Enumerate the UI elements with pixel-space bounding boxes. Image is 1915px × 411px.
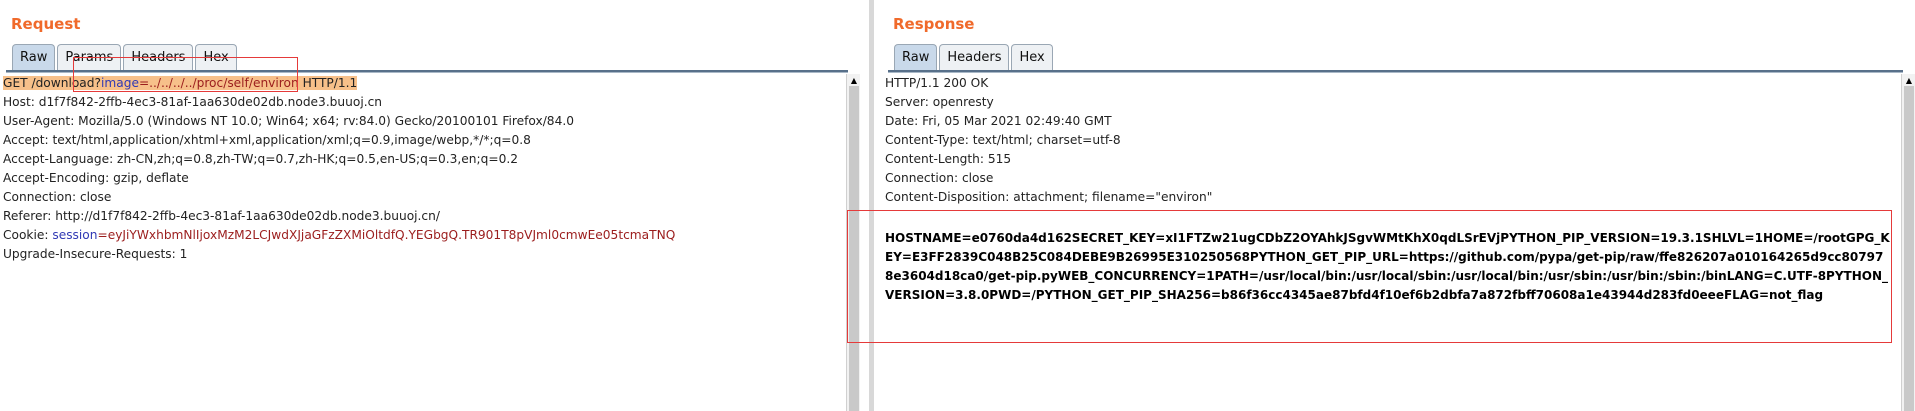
tab-response-headers[interactable]: Headers (939, 44, 1010, 70)
request-scrollbar[interactable]: ▲ (846, 74, 860, 411)
header-line: Connection: close (885, 171, 994, 185)
tab-request-raw[interactable]: Raw (12, 44, 56, 70)
response-scrollbar[interactable]: ▲ (1901, 74, 1915, 411)
scrollbar-thumb[interactable] (1904, 86, 1914, 411)
cookie-value: =eyJiYWxhbmNlIjoxMzM2LCJwdXJjaGFzZXMiOlt… (97, 228, 676, 242)
request-editor[interactable]: GET /download?image=../../../../proc/sel… (0, 74, 846, 411)
scroll-up-icon[interactable]: ▲ (1903, 75, 1915, 86)
request-tabs: Raw Params Headers Hex (12, 44, 237, 70)
burp-message-viewer: Request Raw Params Headers Hex GET /down… (0, 0, 1915, 411)
scrollbar-thumb[interactable] (849, 86, 859, 411)
header-line: Content-Length: 515 (885, 152, 1012, 166)
header-line: Content-Disposition: attachment; filenam… (885, 190, 1213, 204)
cookie-name: session (52, 228, 98, 242)
header-line: Upgrade-Insecure-Requests: 1 (3, 247, 188, 261)
request-line: GET /download?image=../../../../proc/sel… (0, 74, 846, 93)
param-value: =../../../../proc/self/environ (138, 76, 299, 90)
tab-response-hex[interactable]: Hex (1011, 44, 1053, 70)
tab-request-headers[interactable]: Headers (123, 44, 194, 70)
header-line: Server: openresty (885, 95, 994, 109)
response-editor[interactable]: HTTP/1.1 200 OK Server: openresty Date: … (882, 74, 1901, 411)
tab-divider-light (888, 72, 1903, 73)
header-line: Accept-Language: zh-CN,zh;q=0.8,zh-TW;q=… (3, 152, 518, 166)
header-line: Connection: close (3, 190, 112, 204)
header-line: Referer: http://d1f7f842-2ffb-4ec3-81af-… (3, 209, 440, 223)
response-tabs: Raw Headers Hex (894, 44, 1053, 70)
header-line: Host: d1f7f842-2ffb-4ec3-81af-1aa630de02… (3, 95, 383, 109)
request-panel: Request Raw Params Headers Hex GET /down… (0, 0, 860, 411)
response-body: HOSTNAME=e0760da4d162SECRET_KEY=xI1FTZw2… (885, 231, 1890, 302)
header-line: Accept-Encoding: gzip, deflate (3, 171, 189, 185)
http-version: HTTP/1.1 (298, 76, 358, 90)
response-panel: Response Raw Headers Hex HTTP/1.1 200 OK… (847, 0, 1915, 411)
tab-response-raw[interactable]: Raw (894, 44, 938, 70)
request-method-path: GET /download? (3, 76, 101, 90)
response-status-line: HTTP/1.1 200 OK (885, 76, 989, 90)
tab-request-hex[interactable]: Hex (195, 44, 237, 70)
header-line: Date: Fri, 05 Mar 2021 02:49:40 GMT (885, 114, 1112, 128)
header-line: Accept: text/html,application/xhtml+xml,… (3, 133, 531, 147)
response-title: Response (893, 15, 975, 33)
tab-request-params[interactable]: Params (57, 44, 122, 70)
header-line: User-Agent: Mozilla/5.0 (Windows NT 10.0… (3, 114, 574, 128)
panel-splitter[interactable] (869, 0, 874, 411)
param-name: image (100, 76, 139, 90)
request-title: Request (11, 15, 81, 33)
cookie-label: Cookie: (3, 228, 53, 242)
tab-divider-light (6, 72, 848, 73)
scroll-up-icon[interactable]: ▲ (848, 75, 860, 86)
header-line: Content-Type: text/html; charset=utf-8 (885, 133, 1121, 147)
cookie-line: Cookie: session=eyJiYWxhbmNlIjoxMzM2LCJw… (0, 226, 846, 245)
